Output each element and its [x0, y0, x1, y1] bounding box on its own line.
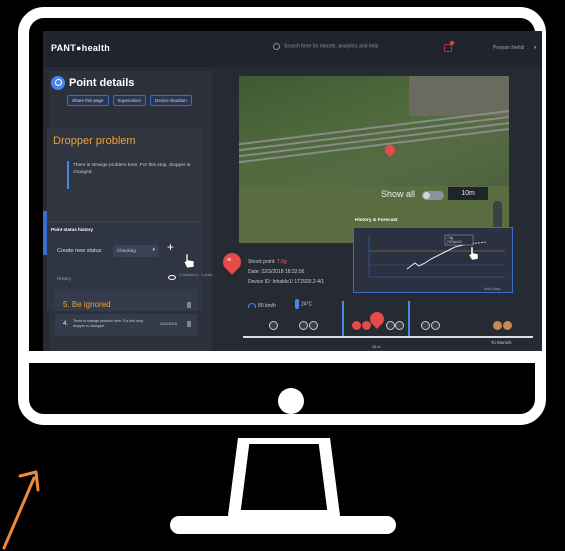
thermometer-icon	[295, 299, 299, 309]
trash-icon[interactable]	[187, 302, 191, 308]
track-marker[interactable]	[362, 321, 371, 330]
row-text: There is strange problem here. For this …	[73, 319, 144, 328]
track-marker[interactable]	[309, 321, 318, 330]
panel-title: Point details	[69, 77, 135, 89]
device-line: Device ID: Inhable1/ 1T2920.2-4/1	[248, 279, 324, 285]
shock-point-line: Shock point: 7.6g	[248, 259, 287, 265]
prediction-title: Dropper problem	[53, 135, 136, 147]
user-name[interactable]: Pooyan Nehdi	[493, 45, 524, 51]
date-label: Date:	[248, 269, 260, 275]
trash-icon[interactable]	[187, 321, 191, 327]
track-marker[interactable]	[493, 321, 502, 330]
forecast-axis-label: Km/t (day)	[484, 287, 501, 291]
track-marker[interactable]	[299, 321, 308, 330]
search-placeholder: Search here for reports, analytics and h…	[284, 43, 379, 50]
track-marker[interactable]	[352, 321, 361, 330]
forecast-title: History & Forecast	[355, 218, 398, 223]
notification-bell-icon[interactable]	[444, 44, 452, 52]
shock-icon: ≡	[227, 257, 232, 264]
add-status-icon[interactable]: +	[167, 241, 174, 253]
history-section-label: Point status history	[51, 227, 94, 232]
temperature-readout: 24°C	[295, 299, 312, 309]
hand-cursor-icon	[183, 253, 195, 269]
show-all-toggle[interactable]	[422, 191, 444, 200]
history-label: History	[57, 276, 72, 281]
monitor-chin-divider	[29, 351, 535, 363]
search-icon	[273, 43, 280, 50]
status-select-value: Checking	[117, 248, 136, 253]
prediction-note: There is strange problem here. For this …	[73, 163, 191, 175]
track-marker[interactable]	[503, 321, 512, 330]
app-screen: PANT●health Search here for reports, ana…	[43, 31, 542, 351]
range-handle-left[interactable]	[342, 301, 344, 337]
range-handle-right[interactable]	[408, 301, 410, 337]
time-value: 18:32:56	[284, 269, 305, 275]
show-all-label: Show all	[381, 189, 416, 199]
distance-readout[interactable]: 10m	[448, 187, 488, 200]
shock-point-value: 7.6g	[276, 259, 287, 265]
track-marker[interactable]	[421, 321, 430, 330]
shock-pin-icon	[219, 249, 245, 275]
track-marker[interactable]	[269, 321, 278, 330]
shock-point-label: Shock point:	[248, 259, 276, 265]
supervision-button[interactable]: Supervision	[112, 95, 147, 106]
status-select[interactable]: Checking ▾	[113, 245, 159, 257]
track-marker[interactable]	[386, 321, 395, 330]
location-pin-icon	[51, 76, 65, 90]
device-label: Device ID:	[248, 279, 272, 285]
device-id: Inhable1/ 1T2920.2-4/1	[272, 279, 325, 285]
panel-button-row: Share this page Supervision Device situa…	[67, 95, 192, 106]
direction-label: To Munich	[491, 340, 512, 345]
track-marker[interactable]	[431, 321, 440, 330]
shock-date-line: Date: 22/3/2018 18:32:56	[248, 269, 304, 275]
row-number: 4.	[63, 321, 69, 327]
share-page-button[interactable]: Share this page	[67, 95, 109, 106]
monitor-stand-base	[170, 516, 396, 534]
note-accent-bar	[67, 161, 69, 189]
speed-value: 80 km/h	[258, 303, 276, 309]
orange-arrow-icon	[2, 470, 40, 550]
row-date: 22/3/2018	[160, 322, 177, 326]
tooltip-line2: 22/Sep/15	[447, 240, 462, 244]
track-marker[interactable]	[395, 321, 404, 330]
device-situation-button[interactable]: Device situation	[150, 95, 192, 106]
app-header: PANT●health Search here for reports, ana…	[43, 31, 542, 67]
forecast-chart: 7.6g 22/Sep/15	[368, 234, 505, 278]
chevron-down-icon: ▾	[152, 247, 155, 253]
speed-readout: 80 km/h	[248, 303, 276, 309]
search-bar[interactable]: Search here for reports, analytics and h…	[273, 43, 393, 55]
eye-icon[interactable]	[168, 275, 176, 280]
range-label: 10 m	[372, 345, 381, 349]
monitor-stand	[227, 438, 341, 516]
history-filter-note: 2 included 0 - 2 years	[179, 273, 213, 277]
timeline-track[interactable]	[243, 336, 533, 338]
create-status-label: Create new status	[57, 248, 102, 254]
date-value: 22/3/2018	[261, 269, 284, 275]
hand-cursor-icon	[468, 246, 479, 261]
notification-badge	[450, 41, 454, 45]
brand-logo[interactable]: PANT●health	[51, 43, 110, 53]
power-button-icon	[278, 388, 304, 414]
chevron-down-icon[interactable]: ▾	[534, 45, 537, 51]
map-houses	[409, 76, 509, 116]
temperature-value: 24°C	[301, 301, 313, 308]
ignored-status-text: 5. Be ignored	[63, 300, 111, 309]
speedometer-icon	[248, 303, 256, 309]
history-series	[406, 244, 464, 270]
